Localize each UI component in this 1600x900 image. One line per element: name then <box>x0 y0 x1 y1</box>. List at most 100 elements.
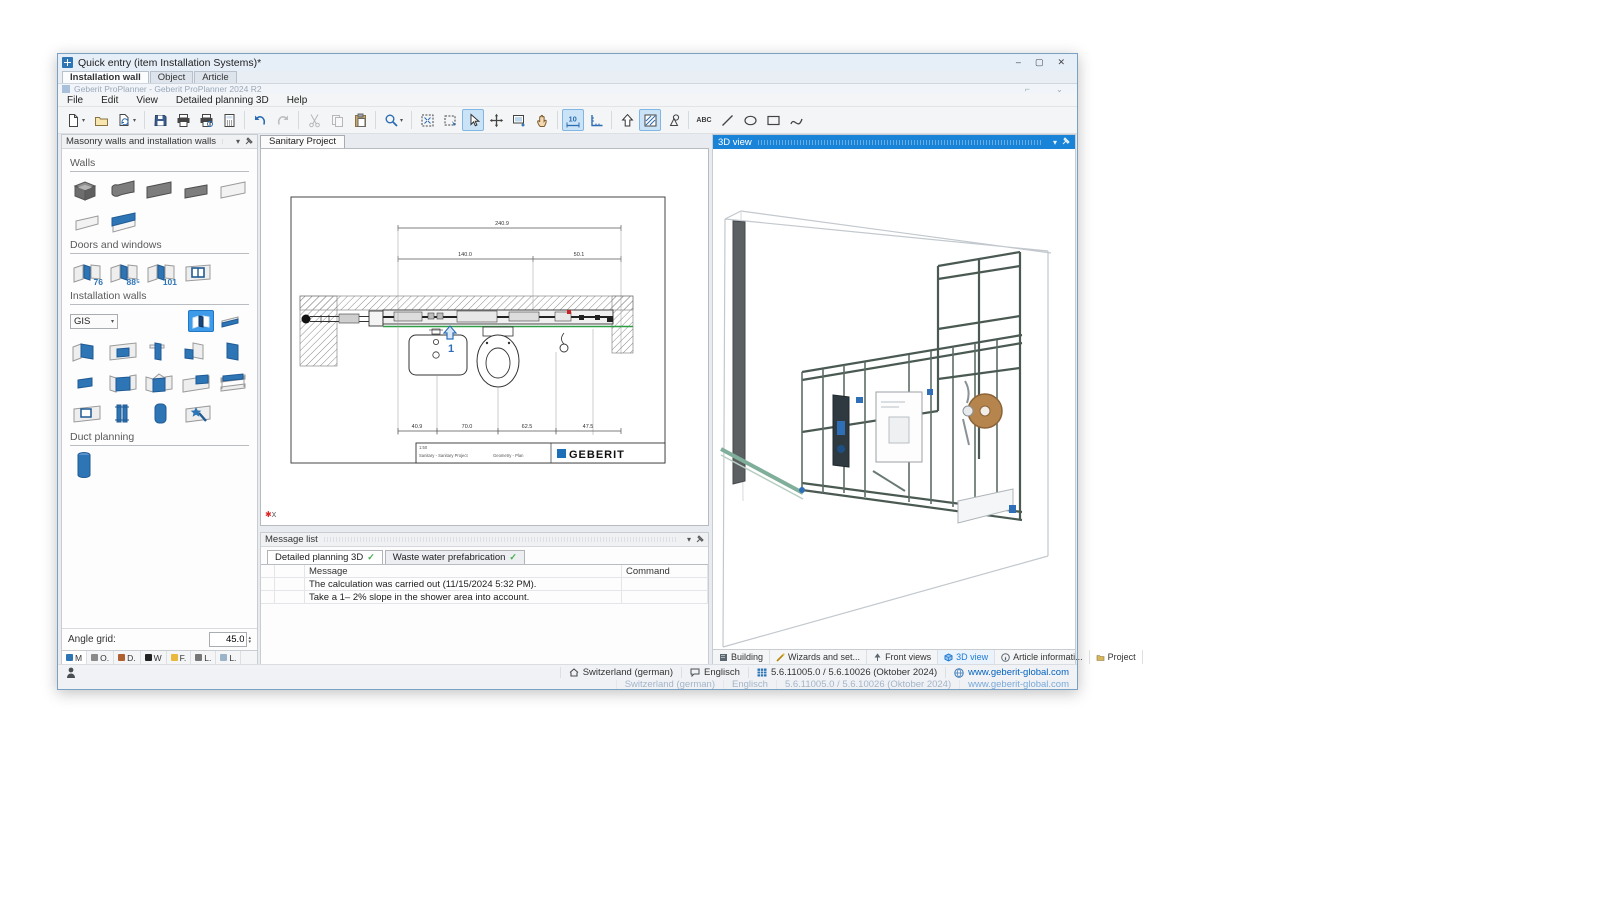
polyline-tool-button[interactable] <box>785 109 807 131</box>
pan-tool-button[interactable] <box>531 109 553 131</box>
panel-menu-caret-icon[interactable]: ▾ <box>1053 138 1057 147</box>
view-tab-building[interactable]: Building <box>713 650 770 664</box>
document-tab-sanitary-project[interactable]: Sanitary Project <box>260 135 345 148</box>
install-tile[interactable] <box>216 338 249 365</box>
side-tab-l2[interactable]: L. <box>216 651 241 664</box>
install-tile[interactable] <box>107 369 140 396</box>
install-tile[interactable] <box>144 400 177 427</box>
install-tile[interactable] <box>107 400 140 427</box>
minimize-button[interactable]: – <box>1016 57 1021 68</box>
door-tile-76[interactable]: 76 <box>70 259 103 286</box>
install-tile[interactable] <box>216 369 249 396</box>
shapes-tool-button[interactable] <box>662 109 684 131</box>
zoom-button[interactable]: ▾ <box>380 109 407 131</box>
view-tab-wizards[interactable]: Wizards and set... <box>770 650 867 664</box>
wall-tile-segment[interactable] <box>143 177 176 204</box>
duct-tile[interactable] <box>70 451 103 478</box>
zoom-window-button[interactable] <box>439 109 461 131</box>
angle-grid-stepper[interactable]: ▴▾ <box>248 636 251 644</box>
install-tile[interactable] <box>70 369 103 396</box>
cut-button[interactable] <box>303 109 325 131</box>
panel-menu-caret-icon[interactable]: ▾ <box>687 535 691 544</box>
status-region[interactable]: Switzerland (german) <box>560 667 681 678</box>
menu-edit[interactable]: Edit <box>92 95 127 106</box>
install-mode-button-1[interactable] <box>188 310 214 332</box>
view-tab-front-views[interactable]: Front views <box>867 650 938 664</box>
maximize-button[interactable]: ▢ <box>1035 57 1044 68</box>
line-tool-button[interactable] <box>716 109 738 131</box>
view-tab-project[interactable]: Project <box>1090 650 1143 664</box>
install-tile[interactable] <box>107 338 140 365</box>
install-tile[interactable] <box>143 369 176 396</box>
measure-tool-button[interactable] <box>585 109 607 131</box>
dropdown-caret-icon[interactable]: ▾ <box>133 117 136 124</box>
msg-tab-waste-water[interactable]: Waste water prefabrication✓ <box>385 550 525 564</box>
select-elements-button[interactable] <box>508 109 530 131</box>
copy-button[interactable] <box>326 109 348 131</box>
install-tile[interactable] <box>180 369 213 396</box>
select-tool-button[interactable] <box>462 109 484 131</box>
column-message[interactable]: Message <box>305 565 622 577</box>
wizard-tile[interactable] <box>181 400 214 427</box>
open-button[interactable] <box>90 109 112 131</box>
column-command[interactable]: Command <box>622 565 708 577</box>
menu-file[interactable]: File <box>58 95 92 106</box>
view-tab-3d-view[interactable]: 3D view <box>938 650 995 664</box>
calculator-button[interactable] <box>218 109 240 131</box>
wall-tile-box[interactable] <box>70 177 103 204</box>
install-tile[interactable] <box>180 338 213 365</box>
side-tab-d[interactable]: D. <box>114 651 141 664</box>
side-tab-l1[interactable]: L. <box>191 651 216 664</box>
install-tile[interactable] <box>143 338 176 365</box>
door-tile-101[interactable]: 101 <box>144 259 177 286</box>
dropdown-caret-icon[interactable]: ▾ <box>400 117 403 124</box>
tab-installation-wall[interactable]: Installation wall <box>62 71 149 83</box>
view-tab-article-information[interactable]: Article informati... <box>995 650 1090 664</box>
zoom-fit-button[interactable] <box>416 109 438 131</box>
rectangle-tool-button[interactable] <box>762 109 784 131</box>
side-tab-w[interactable]: W <box>141 651 167 664</box>
angle-grid-input[interactable] <box>209 632 247 647</box>
save-button[interactable] <box>149 109 171 131</box>
pin-icon[interactable] <box>245 137 253 147</box>
wall-tile-short[interactable] <box>180 177 213 204</box>
paste-button[interactable] <box>349 109 371 131</box>
install-tile[interactable] <box>70 338 103 365</box>
install-mode-button-2[interactable] <box>217 310 243 332</box>
msg-tab-detailed-planning[interactable]: Detailed planning 3D✓ <box>267 550 383 564</box>
status-website-link[interactable]: www.geberit-global.com <box>945 667 1077 678</box>
menu-detailed-planning-3d[interactable]: Detailed planning 3D <box>167 95 278 106</box>
tab-object[interactable]: Object <box>150 71 193 83</box>
side-tab-o[interactable]: O. <box>87 651 114 664</box>
undo-button[interactable] <box>249 109 271 131</box>
wall-tile-curved[interactable] <box>107 177 140 204</box>
hatch-tool-button[interactable] <box>639 109 661 131</box>
wall-tile-blue-top[interactable] <box>107 208 140 235</box>
dimension-tool-button[interactable]: 10 <box>562 109 584 131</box>
table-row[interactable]: The calculation was carried out (11/15/2… <box>261 578 708 591</box>
pin-icon[interactable] <box>696 535 704 545</box>
wall-tile-light-short[interactable] <box>70 208 103 235</box>
text-tool-button[interactable]: ABC <box>693 109 715 131</box>
side-tab-f[interactable]: F. <box>167 651 192 664</box>
pin-icon[interactable] <box>1062 137 1070 147</box>
print-button[interactable] <box>172 109 194 131</box>
door-tile-885[interactable]: 88⁵ <box>107 259 140 286</box>
move-tool-button[interactable] <box>485 109 507 131</box>
tab-article[interactable]: Article <box>194 71 236 83</box>
table-row[interactable]: Take a 1– 2% slope in the shower area in… <box>261 591 708 604</box>
new-document-button[interactable]: ▾ <box>62 109 89 131</box>
print-preview-button[interactable] <box>195 109 217 131</box>
redo-button[interactable] <box>272 109 294 131</box>
user-icon[interactable] <box>66 667 76 679</box>
viewport-3d[interactable] <box>713 149 1075 649</box>
orientation-tool-button[interactable] <box>616 109 638 131</box>
close-button[interactable]: ✕ <box>1057 57 1065 68</box>
gis-dropdown[interactable]: GIS▾ <box>70 314 118 329</box>
install-tile[interactable] <box>70 400 103 427</box>
menu-help[interactable]: Help <box>278 95 317 106</box>
dropdown-caret-icon[interactable]: ▾ <box>82 117 85 124</box>
status-language[interactable]: Englisch <box>681 667 748 678</box>
import-button[interactable]: ▾ <box>113 109 140 131</box>
drawing-canvas[interactable]: 240.9 140.0 50.1 <box>260 148 709 526</box>
